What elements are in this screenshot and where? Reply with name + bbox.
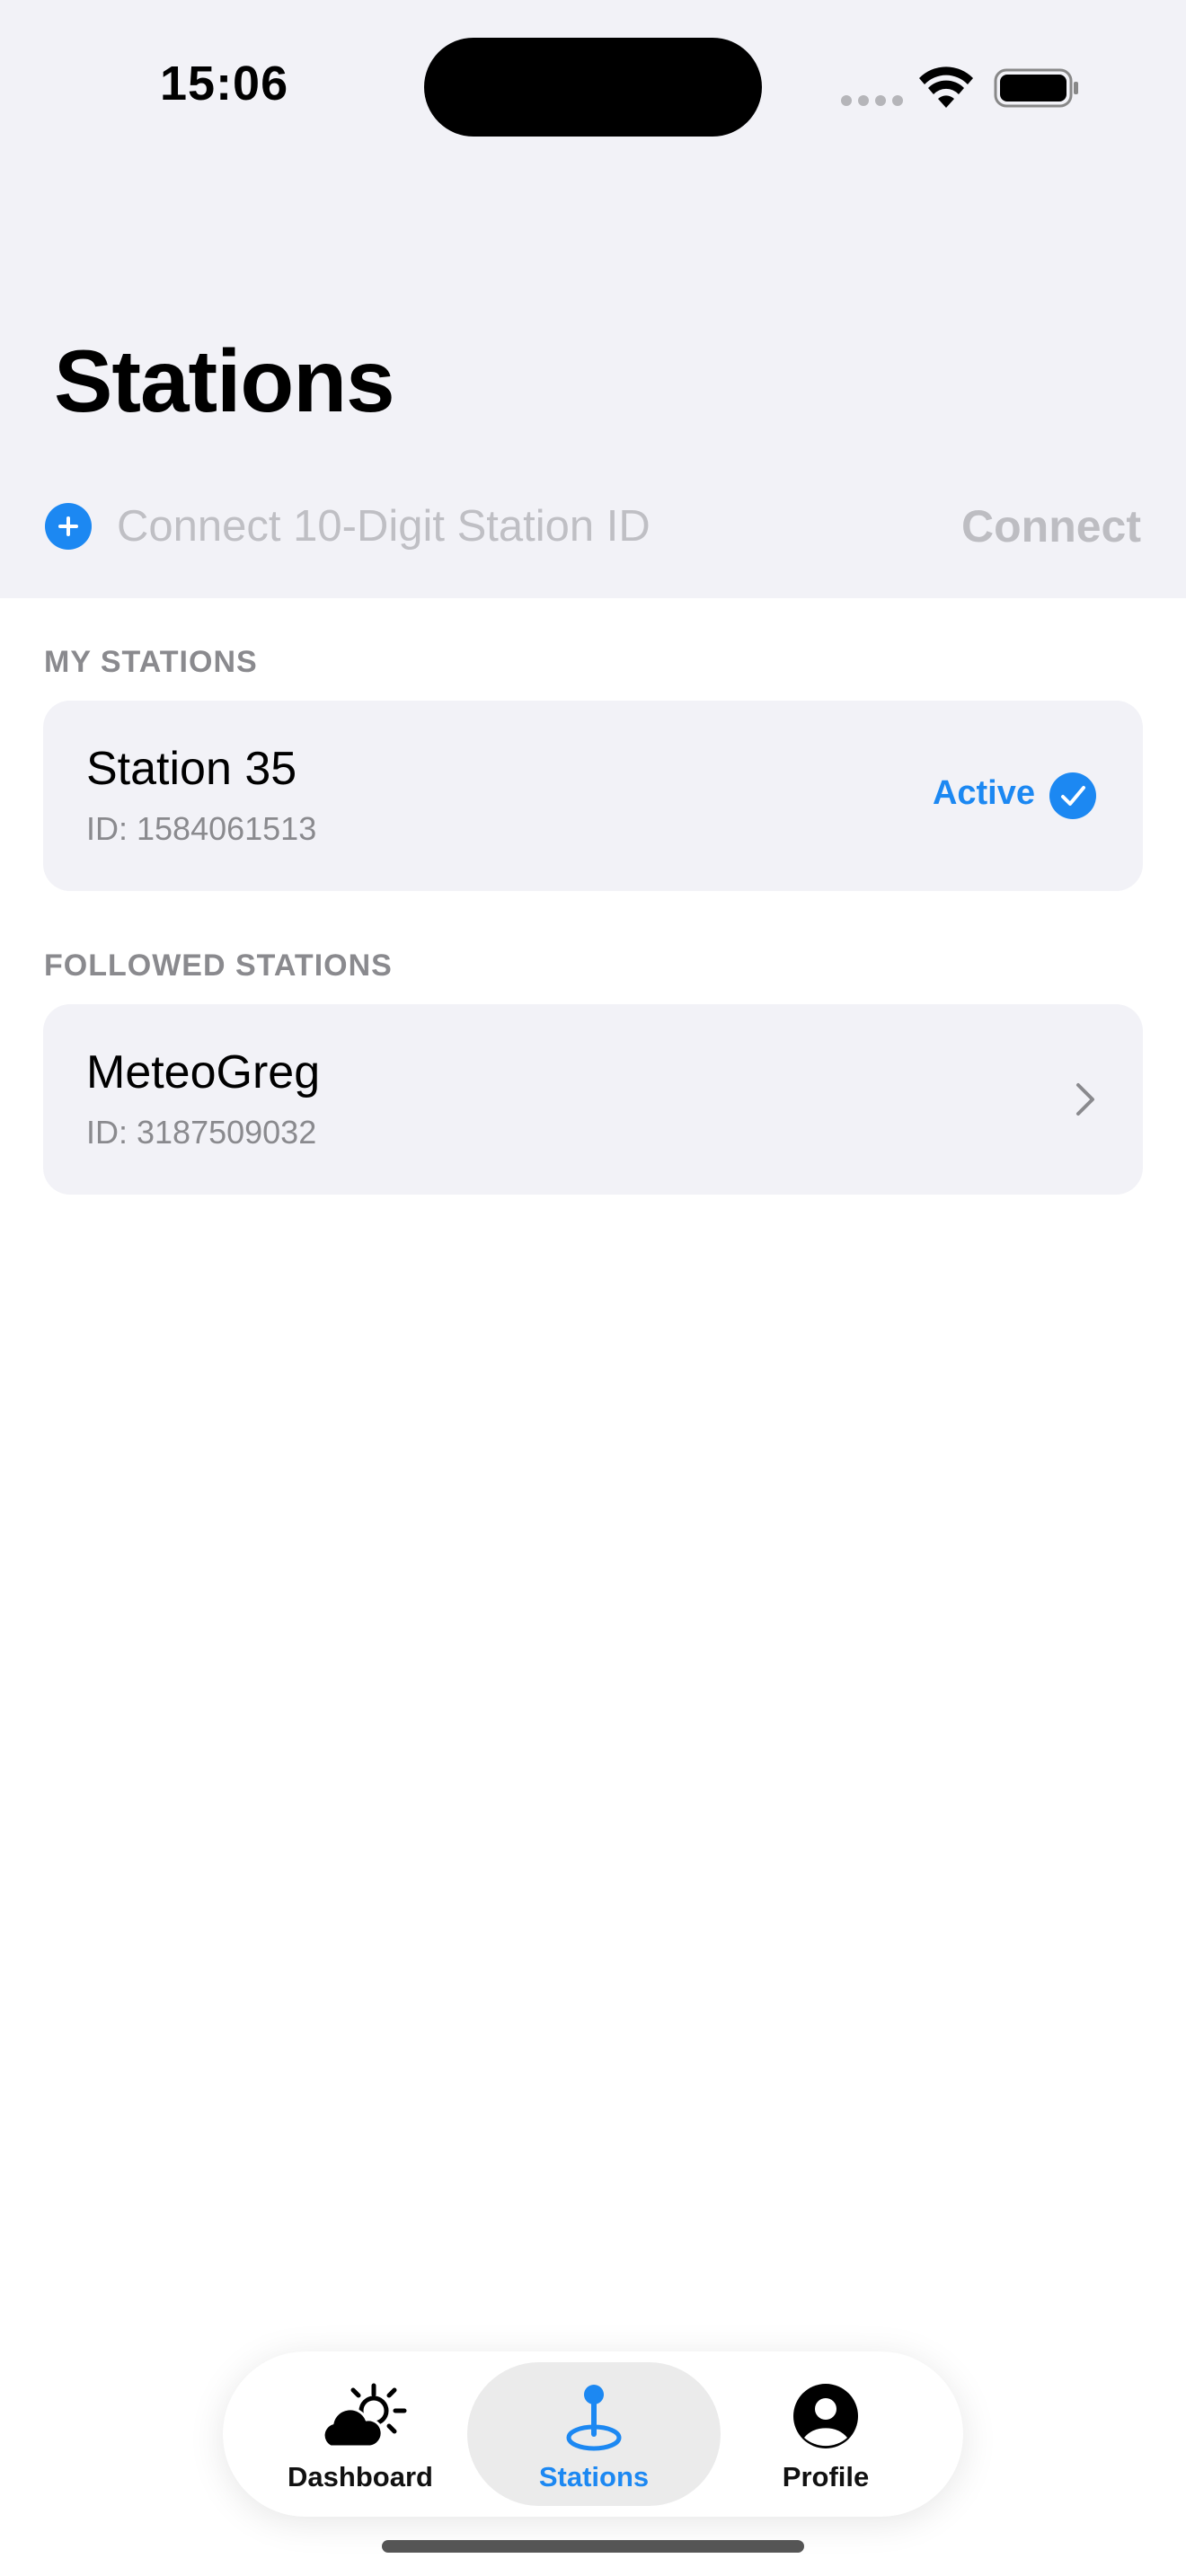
person-circle-icon	[793, 2384, 858, 2448]
chevron-right-icon	[1076, 1083, 1094, 1116]
home-indicator	[382, 2540, 804, 2553]
cloud-sun-icon	[322, 2383, 407, 2448]
tab-label: Stations	[538, 2461, 650, 2492]
active-status-label: Active	[932, 774, 1035, 812]
tab-profile[interactable]: Profile	[699, 2362, 952, 2506]
station-name: MeteoGreg	[86, 1046, 321, 1098]
station-id: ID: 1584061513	[86, 810, 317, 847]
header-area: 15:06 Stations Connect	[0, 0, 1186, 598]
followed-stations-header: FOLLOWED STATIONS	[44, 948, 393, 983]
connect-station-row: Connect	[45, 499, 1141, 553]
tab-bar: Dashboard Stations Profile	[223, 2351, 963, 2517]
page-title: Stations	[54, 331, 395, 430]
my-stations-header: MY STATIONS	[44, 645, 258, 679]
station-card-station-35[interactable]: Station 35 ID: 1584061513 Active	[43, 701, 1143, 891]
station-name: Station 35	[86, 743, 297, 795]
connect-button[interactable]: Connect	[961, 499, 1141, 553]
battery-icon	[994, 68, 1078, 108]
map-pin-icon	[566, 2385, 622, 2451]
dynamic-island	[424, 38, 762, 137]
tab-stations[interactable]: Stations	[467, 2362, 721, 2506]
tab-label: Dashboard	[288, 2461, 433, 2492]
tab-dashboard[interactable]: Dashboard	[234, 2362, 487, 2506]
tab-label: Profile	[782, 2461, 870, 2492]
checkmark-circle-icon	[1049, 772, 1096, 819]
status-time: 15:06	[160, 57, 289, 110]
station-id: ID: 3187509032	[86, 1114, 317, 1151]
station-id-input[interactable]	[117, 499, 925, 553]
cellular-signal-icon	[841, 95, 904, 106]
wifi-icon	[919, 66, 973, 108]
plus-circle-icon[interactable]	[45, 503, 92, 550]
station-card-meteogreg[interactable]: MeteoGreg ID: 3187509032	[43, 1004, 1143, 1195]
